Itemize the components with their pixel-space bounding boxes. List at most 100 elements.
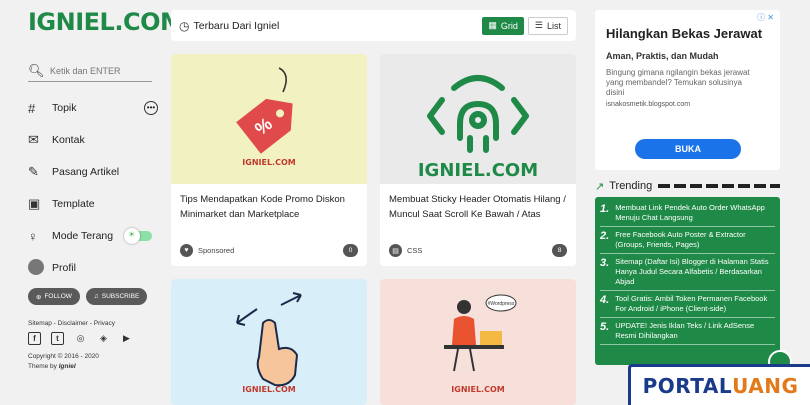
divider <box>658 184 780 188</box>
ad-subtitle: Aman, Praktis, dan Mudah <box>606 51 719 61</box>
sun-icon: ☀ <box>128 230 136 239</box>
section-header: ◷ Terbaru Dari Igniel ▦ Grid ☰ List <box>171 10 576 41</box>
rank: 2. <box>600 230 610 242</box>
section-title: Terbaru Dari Igniel <box>193 19 280 32</box>
post-thumbnail[interactable]: IGNIEL.COM <box>171 279 367 405</box>
theme-by-text: Theme by <box>28 363 57 370</box>
sidebar-item-label: Mode Terang <box>52 230 114 242</box>
trending-up-icon: ↗ <box>595 180 605 193</box>
footer-links[interactable]: Sitemap - Disclaimer - Privacy <box>28 320 115 327</box>
trending-link[interactable]: Sitemap (Daftar Isi) Blogger di Halaman … <box>615 257 775 287</box>
plus-circle-icon: ⊕ <box>36 293 42 301</box>
rank: 4. <box>600 294 610 306</box>
trending-list: 1. Membuat Link Pendek Auto Order WhatsAp… <box>595 197 780 365</box>
post-card[interactable]: % IGNIEL.COM Tips Mendapatkan Kode Promo… <box>171 54 367 266</box>
trending-title: Trending <box>609 180 653 192</box>
monitor-icon: ▣ <box>28 196 41 211</box>
portaluang-watermark: PORTAL UANG <box>628 364 810 405</box>
list-view-button[interactable]: ☰ List <box>527 16 568 35</box>
subscribe-button[interactable]: ♫ SUBSCRIBE <box>85 288 148 305</box>
sidebar-item-label: Topik <box>52 102 77 114</box>
post-thumbnail[interactable]: % IGNIEL.COM <box>171 54 367 184</box>
ad-banner[interactable]: ⓘ ✕ Hilangkan Bekas Jerawat Aman, Prakti… <box>595 10 780 170</box>
code-robot-icon: IGNIEL.COM <box>418 75 538 181</box>
clock-icon: ◷ <box>179 18 190 33</box>
sidebar: IGNIEL.COM 🔍︎ # Topik ••• ✉ Kontak ✎ Pas… <box>0 0 184 405</box>
comment-count[interactable]: 0 <box>343 244 358 257</box>
thumb-logo: IGNIEL.COM <box>418 160 538 181</box>
thumb-logo: IGNIEL.COM <box>242 158 296 167</box>
subscribe-label: SUBSCRIBE <box>101 293 140 300</box>
search-box[interactable]: 🔍︎ <box>28 60 152 82</box>
twitter-icon[interactable]: t <box>51 332 64 345</box>
post-label[interactable]: Sponsored <box>198 246 234 255</box>
trending-link[interactable]: Free Facebook Auto Poster & Extractor (G… <box>615 230 775 250</box>
search-icon: 🔍︎ <box>28 62 45 78</box>
mail-icon: ✉ <box>28 132 39 147</box>
ad-open-button[interactable]: BUKA <box>635 139 741 159</box>
ad-url[interactable]: isnakosmetik.blogspot.com <box>606 101 769 108</box>
copyright: Copyright © 2016 - 2020 Theme by Igniel <box>28 352 99 372</box>
codepen-icon[interactable]: ◈ <box>97 332 110 345</box>
ad-title[interactable]: Hilangkan Bekas Jerawat <box>606 26 769 41</box>
site-logo[interactable]: IGNIEL.COM <box>28 8 184 36</box>
more-icon[interactable]: ••• <box>144 101 158 115</box>
trending-link[interactable]: Membuat Link Pendek Auto Order WhatsApp … <box>615 203 775 223</box>
trending-link[interactable]: Tool Gratis: Ambil Token Permanen Facebo… <box>615 294 775 314</box>
sidebar-item-label: Kontak <box>52 134 85 146</box>
theme-toggle[interactable]: ☀ <box>124 228 152 244</box>
avatar <box>28 258 44 275</box>
search-input[interactable] <box>50 65 150 76</box>
rank: 1. <box>600 203 610 215</box>
hash-icon: # <box>28 100 36 116</box>
sidebar-item-profil[interactable]: Profil <box>28 252 158 284</box>
watermark-part1: PORTAL <box>642 374 733 398</box>
sidebar-item-pasang-artikel[interactable]: ✎ Pasang Artikel <box>28 156 158 188</box>
code-icon: ▤ <box>389 244 402 257</box>
list-item[interactable]: 2. Free Facebook Auto Poster & Extractor … <box>600 227 775 254</box>
thumb-bubble: #Wordpress <box>488 301 515 307</box>
youtube-icon[interactable]: ▶ <box>120 332 133 345</box>
thumb-logo: IGNIEL.COM <box>451 385 505 394</box>
comment-count[interactable]: 8 <box>552 244 567 257</box>
post-thumbnail[interactable]: IGNIEL.COM <box>380 54 576 184</box>
rank: 5. <box>600 321 610 333</box>
grid-label: Grid <box>500 20 518 31</box>
sidebar-item-label: Profil <box>52 262 76 274</box>
copyright-text: Copyright © 2016 - 2020 <box>28 353 99 360</box>
sidebar-item-template[interactable]: ▣ Template <box>28 188 158 220</box>
trending-link[interactable]: UPDATE! Jenis Iklan Teks / Link AdSense … <box>615 321 775 341</box>
list-item[interactable]: 5. UPDATE! Jenis Iklan Teks / Link AdSens… <box>600 318 775 345</box>
instagram-icon[interactable]: ◎ <box>74 332 87 345</box>
watermark-part2: UANG <box>732 374 799 398</box>
sidebar-nav: # Topik ••• ✉ Kontak ✎ Pasang Artikel ▣ … <box>28 92 158 284</box>
ad-info-icon[interactable]: ⓘ ✕ <box>757 12 774 23</box>
follow-button[interactable]: ⊕ FOLLOW <box>28 288 80 305</box>
list-item[interactable]: 3. Sitemap (Daftar Isi) Blogger di Halama… <box>600 254 775 291</box>
post-card[interactable]: IGNIEL.COM Membuat Sticky Header Otomati… <box>380 54 576 266</box>
list-item[interactable]: 1. Membuat Link Pendek Auto Order WhatsAp… <box>600 200 775 227</box>
sidebar-item-mode-terang[interactable]: ♀ Mode Terang ☀ <box>28 220 158 252</box>
post-card[interactable]: #Wordpress IGNIEL.COM <box>380 279 576 405</box>
social-links: f t ◎ ◈ ▶ <box>28 332 133 345</box>
post-label[interactable]: CSS <box>407 246 422 255</box>
edit-icon: ✎ <box>28 164 39 179</box>
facebook-icon[interactable]: f <box>28 332 41 345</box>
post-thumbnail[interactable]: #Wordpress IGNIEL.COM <box>380 279 576 405</box>
sidebar-item-kontak[interactable]: ✉ Kontak <box>28 124 158 156</box>
sidebar-item-topik[interactable]: # Topik ••• <box>28 92 158 124</box>
bell-icon: ♫ <box>93 293 99 300</box>
lightbulb-icon: ♀ <box>28 228 38 244</box>
trending-header: ↗ Trending <box>595 178 780 194</box>
post-card[interactable]: IGNIEL.COM <box>171 279 367 405</box>
ad-body: Bingung gimana ngilangin bekas jerawat y… <box>606 68 750 97</box>
post-title[interactable]: Membuat Sticky Header Otomatis Hilang / … <box>380 184 576 222</box>
sidebar-item-label: Pasang Artikel <box>52 166 120 178</box>
theme-author-link[interactable]: Igniel <box>59 363 76 370</box>
post-title[interactable]: Tips Mendapatkan Kode Promo Diskon Minim… <box>171 184 367 222</box>
grid-view-button[interactable]: ▦ Grid <box>482 16 524 35</box>
thumb-logo: IGNIEL.COM <box>242 385 296 394</box>
list-item[interactable]: 4. Tool Gratis: Ambil Token Permanen Face… <box>600 291 775 318</box>
rank: 3. <box>600 257 610 269</box>
list-label: List <box>546 20 561 31</box>
